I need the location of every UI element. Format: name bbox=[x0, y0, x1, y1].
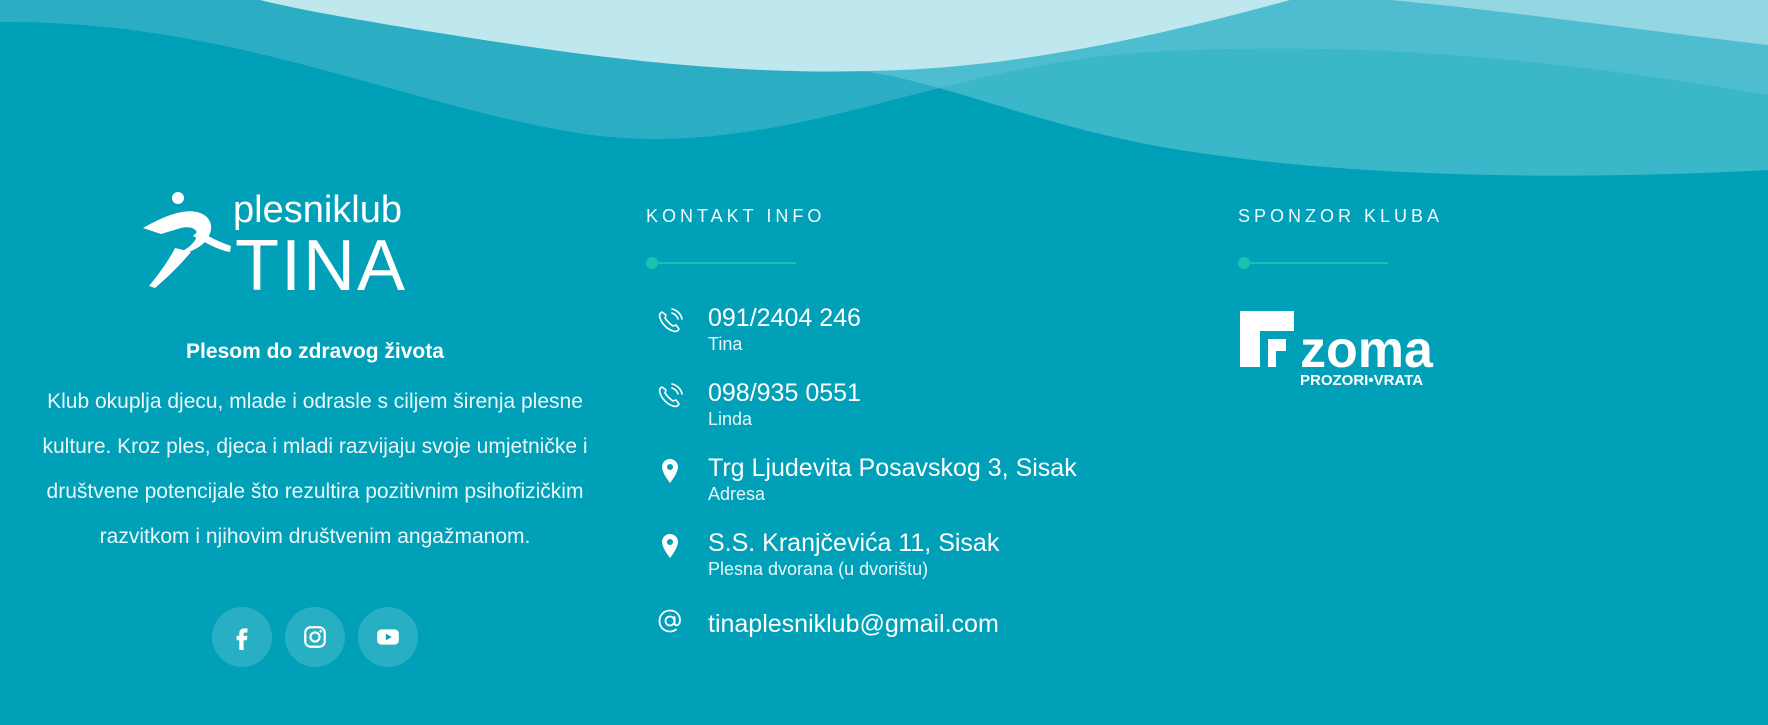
map-pin-icon bbox=[662, 459, 678, 483]
logo-text-top: plesniklub bbox=[233, 190, 402, 231]
club-tagline: Plesom do zdravog života bbox=[186, 340, 444, 363]
sponsor-logo-mark bbox=[1240, 311, 1294, 367]
sponsor-heading: SPONZOR KLUBA bbox=[1238, 206, 1444, 226]
facebook-link[interactable] bbox=[212, 607, 272, 667]
sponsor-logo-text: zoma bbox=[1300, 321, 1434, 379]
contact-label: Linda bbox=[708, 409, 753, 429]
club-logo[interactable]: plesniklub TINA bbox=[135, 190, 495, 295]
contact-phone-linda[interactable]: 098/935 0551 Linda bbox=[646, 378, 1206, 453]
instagram-icon bbox=[304, 626, 326, 648]
phone-icon bbox=[658, 383, 683, 408]
contact-label: Plesna dvorana (u dvorištu) bbox=[708, 559, 929, 579]
heading-divider bbox=[646, 257, 796, 269]
sponsor-logo-subtext: PROZORI•VRATA bbox=[1300, 372, 1423, 387]
contact-phone-tina[interactable]: 091/2404 246 Tina bbox=[646, 303, 1206, 378]
sponsor-logo[interactable]: zoma PROZORI•VRATA bbox=[1238, 307, 1448, 387]
contact-list: 091/2404 246 Tina 098/935 0551 Linda Trg… bbox=[646, 303, 1206, 678]
phone-icon bbox=[658, 308, 683, 333]
logo-text-bottom: TINA bbox=[235, 226, 407, 295]
heading-divider bbox=[1238, 257, 1388, 269]
at-sign-icon bbox=[658, 609, 681, 633]
contact-email[interactable]: tinaplesniklub@gmail.com bbox=[646, 603, 1206, 678]
contact-value: 098/935 0551 bbox=[708, 379, 861, 407]
youtube-icon bbox=[377, 629, 399, 645]
contact-label: Tina bbox=[708, 334, 743, 354]
contact-label: Adresa bbox=[708, 484, 766, 504]
contact-dance-hall[interactable]: S.S. Kranjčevića 11, Sisak Plesna dvoran… bbox=[646, 528, 1206, 603]
contact-heading: KONTAKT INFO bbox=[646, 206, 826, 226]
contact-address[interactable]: Trg Ljudevita Posavskog 3, Sisak Adresa bbox=[646, 453, 1206, 528]
sponsor-column: SPONZOR KLUBA zoma PROZORI•VRATA bbox=[1238, 206, 1538, 387]
dancer-figure-icon bbox=[143, 192, 231, 288]
facebook-icon bbox=[236, 628, 248, 650]
map-pin-icon bbox=[662, 534, 678, 558]
contact-value: Trg Ljudevita Posavskog 3, Sisak bbox=[708, 454, 1077, 482]
contact-column: KONTAKT INFO 091/2404 246 Tina 098/935 0… bbox=[646, 206, 1206, 678]
about-column: plesniklub TINA Plesom do zdravog života… bbox=[40, 190, 590, 667]
youtube-link[interactable] bbox=[358, 607, 418, 667]
contact-value: S.S. Kranjčevića 11, Sisak bbox=[708, 529, 1000, 557]
instagram-link[interactable] bbox=[285, 607, 345, 667]
contact-value: 091/2404 246 bbox=[708, 304, 861, 332]
contact-value: tinaplesniklub@gmail.com bbox=[708, 610, 999, 638]
social-links bbox=[40, 607, 590, 667]
site-footer: plesniklub TINA Plesom do zdravog života… bbox=[0, 0, 1768, 725]
club-description: Klub okuplja djecu, mlade i odrasle s ci… bbox=[42, 390, 588, 548]
